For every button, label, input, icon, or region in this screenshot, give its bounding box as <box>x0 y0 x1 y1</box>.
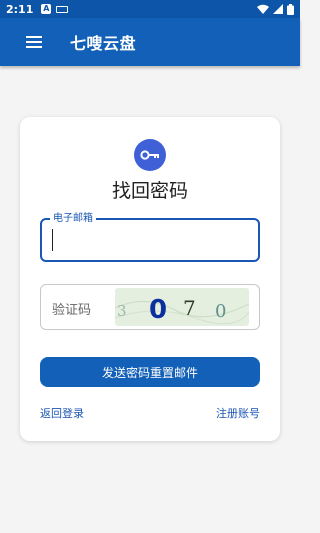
status-time: 2:11 <box>6 2 34 16</box>
email-field[interactable]: 电子邮箱 <box>40 212 260 262</box>
back-to-login-link[interactable]: 返回登录 <box>40 405 84 421</box>
hamburger-menu-icon <box>26 36 42 48</box>
key-icon <box>140 150 159 160</box>
status-bar: 2:11 A <box>0 0 300 18</box>
key-badge <box>134 139 166 171</box>
menu-button[interactable] <box>22 30 46 54</box>
register-account-link[interactable]: 注册账号 <box>216 405 260 421</box>
captcha-char-2: 0 <box>149 295 167 325</box>
email-input[interactable] <box>52 229 252 251</box>
captcha-image[interactable]: 3 0 7 0 <box>115 288 249 326</box>
keyboard-icon <box>56 5 69 13</box>
captcha-char-1: 3 <box>117 302 127 320</box>
app-title: 七嗖云盘 <box>70 34 137 53</box>
captcha-char-4: 0 <box>215 301 226 322</box>
send-reset-email-button[interactable]: 发送密码重置邮件 <box>40 357 260 387</box>
signal-icon <box>273 4 283 14</box>
captcha-field[interactable]: 验证码 3 0 7 0 <box>40 284 260 330</box>
reset-password-card: 找回密码 电子邮箱 验证码 3 0 7 0 发送密码重置邮件 返回登录 注册账号 <box>20 117 280 441</box>
page-title: 找回密码 <box>111 180 188 202</box>
app-notification-icon: A <box>41 4 52 14</box>
email-label: 电子邮箱 <box>50 212 96 226</box>
app-bar: 七嗖云盘 <box>0 18 300 66</box>
battery-icon <box>287 3 294 15</box>
captcha-input[interactable] <box>41 285 121 329</box>
captcha-char-3: 7 <box>183 296 196 320</box>
wifi-icon <box>257 4 269 14</box>
